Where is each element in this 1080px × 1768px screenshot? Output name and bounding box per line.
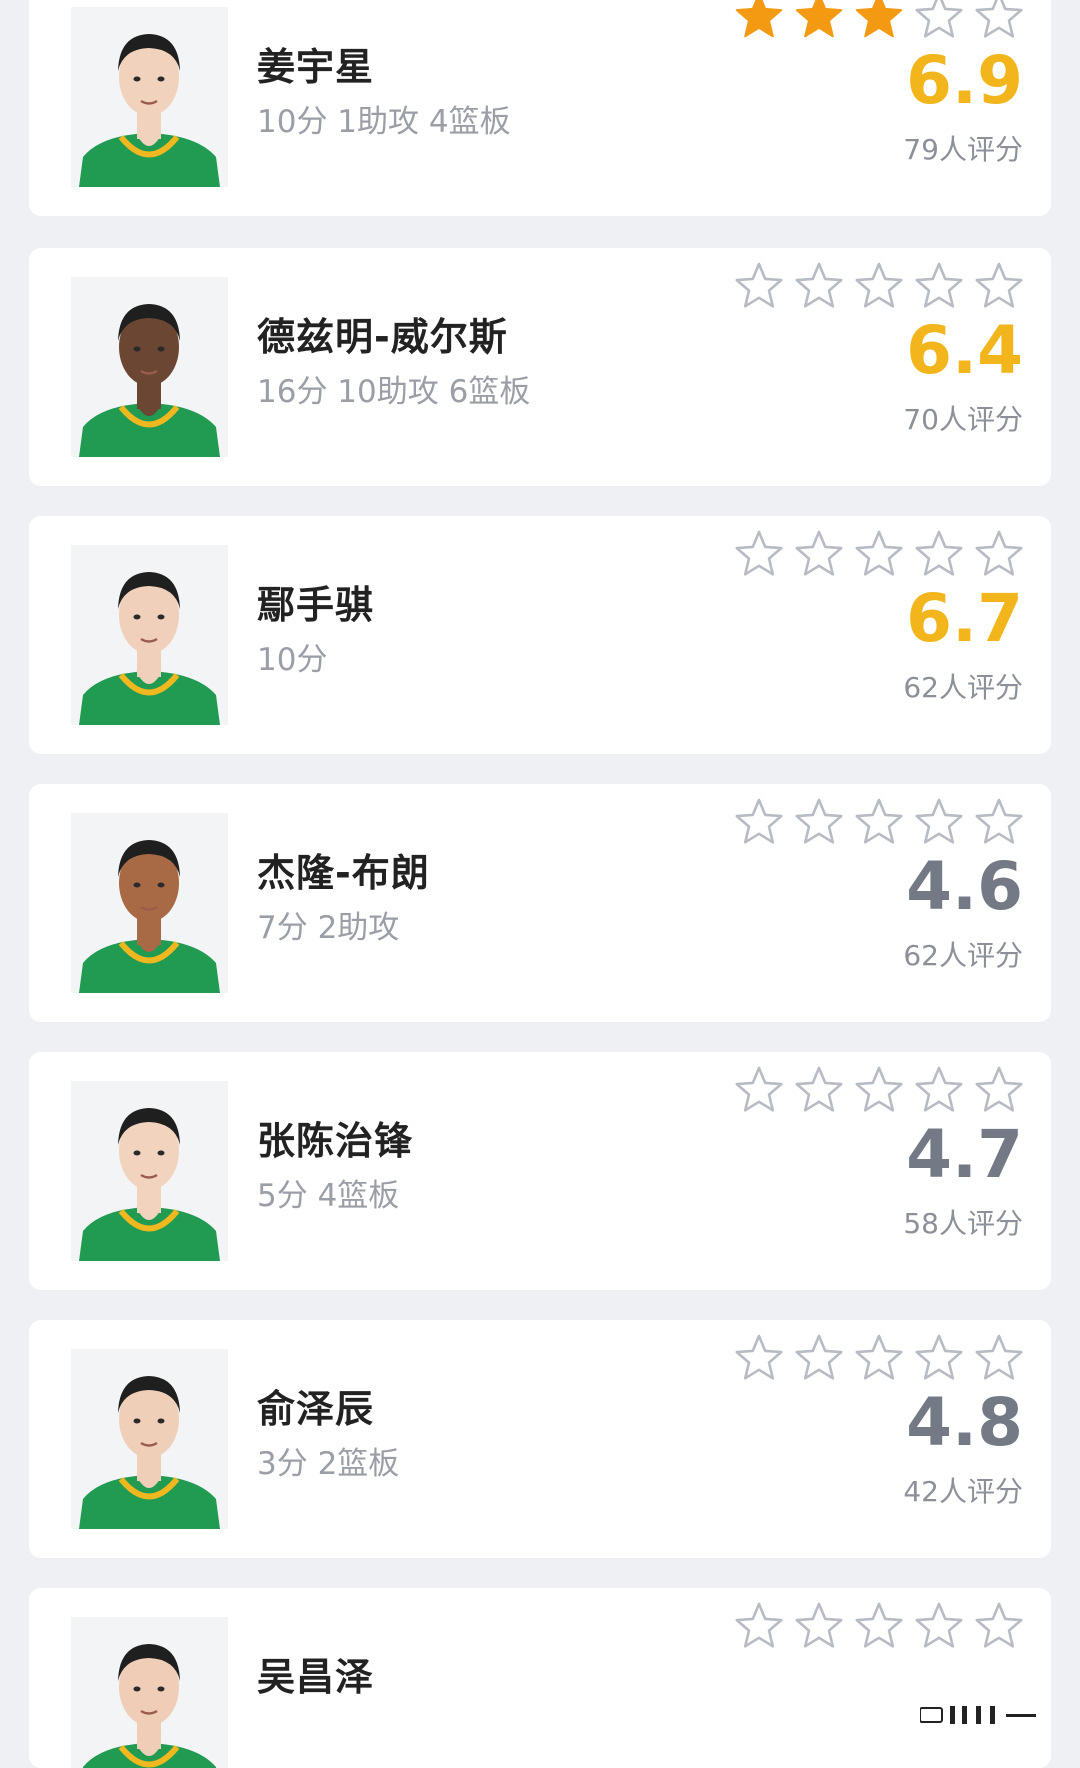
player-name: 鄢手骐 <box>257 583 375 627</box>
outline-star-icon[interactable] <box>853 1332 905 1384</box>
rating-count: 42人评分 <box>903 1475 1023 1508</box>
player-card[interactable]: 俞泽辰 3分 2篮板 4.8 42人评分 <box>29 1320 1051 1558</box>
player-portrait-icon <box>71 1081 228 1261</box>
rating-count: 62人评分 <box>903 671 1023 704</box>
player-name: 杰隆-布朗 <box>257 851 430 895</box>
player-name: 姜宇星 <box>257 45 375 89</box>
star-rating-input[interactable] <box>733 528 1025 584</box>
filled-star-icon[interactable] <box>733 0 785 42</box>
outline-star-icon[interactable] <box>793 260 845 312</box>
outline-star-icon[interactable] <box>733 528 785 580</box>
rating-count: 70人评分 <box>903 403 1023 436</box>
star-rating-input[interactable] <box>733 1332 1025 1388</box>
rating-count: 79人评分 <box>903 133 1023 166</box>
player-score: 6.4 <box>906 312 1023 389</box>
player-portrait-icon <box>71 545 228 725</box>
player-stats: 5分 4篮板 <box>257 1178 400 1214</box>
player-card[interactable]: 德兹明-威尔斯 16分 10助攻 6篮板 6.4 70人评分 <box>29 248 1051 486</box>
player-avatar <box>71 813 228 993</box>
player-portrait-icon <box>71 1617 228 1768</box>
star-rating-input[interactable] <box>733 1064 1025 1120</box>
outline-star-icon[interactable] <box>733 1332 785 1384</box>
star-rating-input[interactable] <box>733 260 1025 316</box>
outline-star-icon[interactable] <box>913 0 965 42</box>
player-card[interactable]: 鄢手骐 10分 6.7 62人评分 <box>29 516 1051 754</box>
player-card[interactable]: 张陈治锋 5分 4篮板 4.7 58人评分 <box>29 1052 1051 1290</box>
outline-star-icon[interactable] <box>913 1600 965 1652</box>
player-card[interactable]: 姜宇星 10分 1助攻 4篮板 6.9 79人评分 <box>29 0 1051 216</box>
outline-star-icon[interactable] <box>913 1064 965 1116</box>
outline-star-icon[interactable] <box>913 796 965 848</box>
outline-star-icon[interactable] <box>913 1332 965 1384</box>
player-score: 4.7 <box>906 1116 1023 1193</box>
outline-star-icon[interactable] <box>973 1600 1025 1652</box>
outline-star-icon[interactable] <box>853 1064 905 1116</box>
player-rating-list: 姜宇星 10分 1助攻 4篮板 6.9 79人评分 德兹明-威尔斯 16分 10… <box>0 0 1080 1768</box>
player-avatar <box>71 277 228 457</box>
outline-star-icon[interactable] <box>973 1064 1025 1116</box>
outline-star-icon[interactable] <box>973 1332 1025 1384</box>
outline-star-icon[interactable] <box>853 528 905 580</box>
rating-count: 62人评分 <box>903 939 1023 972</box>
player-card[interactable]: 吴昌泽 <box>29 1588 1051 1768</box>
star-rating-input[interactable] <box>733 796 1025 852</box>
outline-star-icon[interactable] <box>973 796 1025 848</box>
player-score: 4.8 <box>906 1384 1023 1461</box>
player-avatar <box>71 1617 228 1768</box>
player-name: 俞泽辰 <box>257 1387 375 1431</box>
outline-star-icon[interactable] <box>973 528 1025 580</box>
player-portrait-icon <box>71 7 228 187</box>
star-rating-input[interactable] <box>733 0 1025 46</box>
outline-star-icon[interactable] <box>853 260 905 312</box>
outline-star-icon[interactable] <box>793 796 845 848</box>
player-stats: 3分 2篮板 <box>257 1446 400 1482</box>
outline-star-icon[interactable] <box>793 1600 845 1652</box>
outline-star-icon[interactable] <box>853 1600 905 1652</box>
outline-star-icon[interactable] <box>853 796 905 848</box>
player-score: 6.7 <box>906 580 1023 657</box>
player-card[interactable]: 杰隆-布朗 7分 2助攻 4.6 62人评分 <box>29 784 1051 1022</box>
player-score: 4.6 <box>906 848 1023 925</box>
player-stats: 7分 2助攻 <box>257 910 400 946</box>
filled-star-icon[interactable] <box>793 0 845 42</box>
player-stats: 10分 <box>257 642 328 678</box>
outline-star-icon[interactable] <box>733 1600 785 1652</box>
outline-star-icon[interactable] <box>733 260 785 312</box>
outline-star-icon[interactable] <box>973 0 1025 42</box>
player-stats: 16分 10助攻 6篮板 <box>257 374 531 410</box>
scroll-indicator-icon <box>920 1706 1036 1724</box>
player-stats: 10分 1助攻 4篮板 <box>257 104 511 140</box>
player-portrait-icon <box>71 1349 228 1529</box>
outline-star-icon[interactable] <box>793 1332 845 1384</box>
star-rating-input[interactable] <box>733 1600 1025 1656</box>
outline-star-icon[interactable] <box>913 528 965 580</box>
player-portrait-icon <box>71 277 228 457</box>
player-name: 张陈治锋 <box>257 1119 414 1163</box>
outline-star-icon[interactable] <box>793 1064 845 1116</box>
outline-star-icon[interactable] <box>793 528 845 580</box>
player-avatar <box>71 1349 228 1529</box>
rating-count: 58人评分 <box>903 1207 1023 1240</box>
player-avatar <box>71 7 228 187</box>
player-score: 6.9 <box>906 42 1023 119</box>
outline-star-icon[interactable] <box>733 1064 785 1116</box>
outline-star-icon[interactable] <box>733 796 785 848</box>
player-avatar <box>71 1081 228 1261</box>
player-portrait-icon <box>71 813 228 993</box>
player-name: 德兹明-威尔斯 <box>257 315 508 359</box>
player-avatar <box>71 545 228 725</box>
outline-star-icon[interactable] <box>973 260 1025 312</box>
player-name: 吴昌泽 <box>257 1655 375 1699</box>
outline-star-icon[interactable] <box>913 260 965 312</box>
filled-star-icon[interactable] <box>853 0 905 42</box>
